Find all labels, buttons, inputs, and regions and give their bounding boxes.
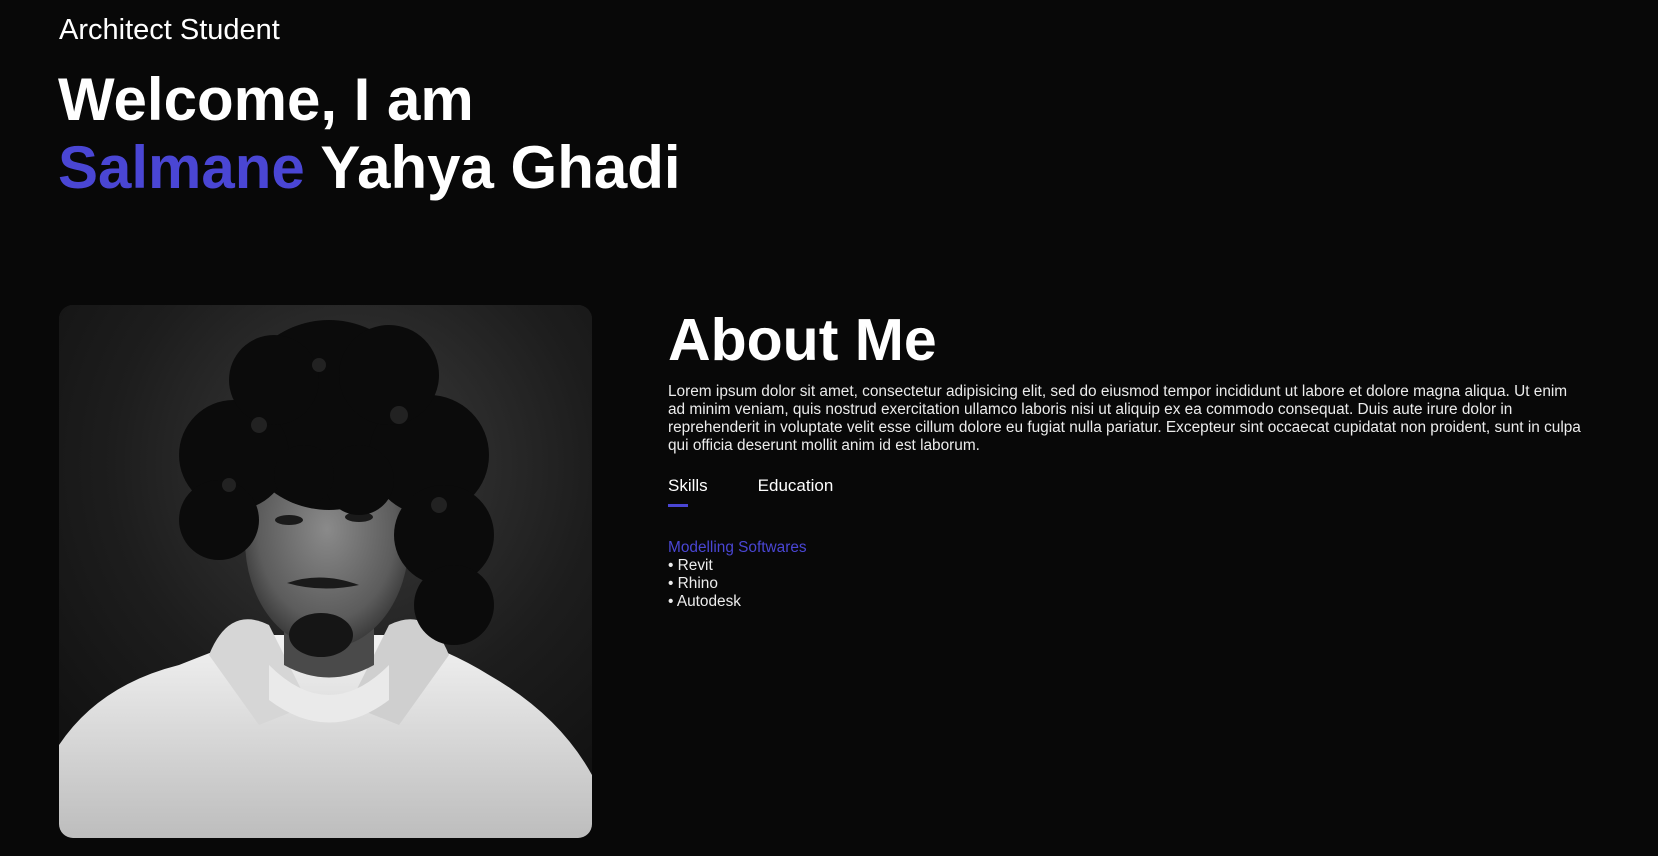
about-tabs: Skills Education [668, 475, 1588, 507]
header-subtitle: Architect Student [59, 14, 280, 46]
skill-item: • Autodesk [668, 593, 741, 610]
about-section: About Me Lorem ipsum dolor sit amet, con… [668, 305, 1588, 611]
skills-category: Modelling Softwares [668, 539, 807, 556]
about-title: About Me [668, 307, 937, 373]
portrait-image [59, 305, 592, 838]
tab-education[interactable]: Education [758, 475, 834, 507]
hero-heading: Welcome, I am Salmane Yahya Ghadi [58, 66, 681, 202]
skills-panel: Modelling Softwares • Revit • Rhino • Au… [668, 539, 1588, 611]
page: Architect Student Welcome, I am Salmane … [0, 0, 1658, 856]
first-name: Salmane [58, 134, 305, 201]
about-text: Lorem ipsum dolor sit amet, consectetur … [668, 383, 1581, 454]
last-name: Yahya Ghadi [320, 134, 681, 201]
welcome-line: Welcome, I am [58, 66, 474, 133]
profile-photo [59, 305, 592, 838]
skill-item: • Rhino [668, 575, 718, 592]
tab-skills[interactable]: Skills [668, 475, 708, 507]
skill-item: • Revit [668, 557, 713, 574]
